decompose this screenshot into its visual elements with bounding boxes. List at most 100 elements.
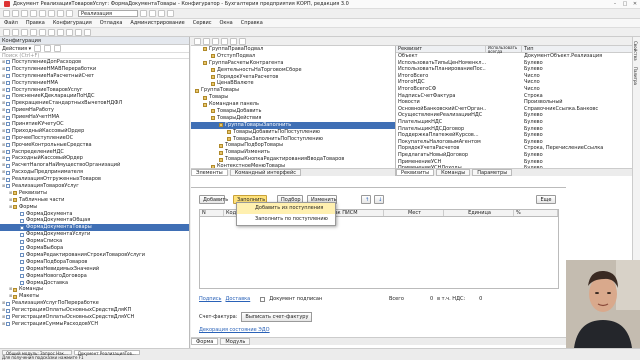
goods-table[interactable] [199, 217, 559, 289]
move-down-icon[interactable] [221, 37, 228, 45]
tree-item[interactable]: ⊞ ПриходныйКассовыйОрдер [0, 128, 189, 135]
form-element-item[interactable]: ТоварыПодборТовары [191, 142, 395, 149]
maximize-icon[interactable]: □ [620, 0, 630, 9]
tree-item[interactable]: ФормаДокумента [0, 211, 189, 218]
attribute-row[interactable]: ПлательщикНДС Булево [396, 119, 640, 126]
search-combo[interactable]: Реализация [78, 10, 138, 17]
add-button[interactable]: Добавить [199, 195, 228, 204]
tree-item[interactable]: ⊞ РаспределениеНДС [0, 149, 189, 156]
attribute-row[interactable]: Новости Произвольный [396, 99, 640, 106]
attribute-row[interactable]: ПредлагатьНовыйДоговор Булево [396, 152, 640, 159]
attribute-row[interactable]: ОсновнойБанковскийСчетОрган... Справочник… [396, 106, 640, 113]
tab-attributes[interactable]: Реквизиты [396, 169, 435, 176]
invoice-button[interactable]: Выписать счет-фактуру [241, 312, 313, 322]
tool-icon[interactable] [30, 28, 37, 36]
tree-item[interactable]: ⊞ ПоступлениеТоваровУслуг [0, 87, 189, 94]
tree-item[interactable]: ФормаДокументаУслуги [0, 231, 189, 238]
tab-command-interface[interactable]: Командный интерфейс [229, 169, 302, 176]
tree-item[interactable]: ⊞ ПояснениеКДекларацииПоНДС [0, 93, 189, 100]
tool-icon[interactable] [3, 28, 10, 36]
tab-commands[interactable]: Команды [436, 169, 471, 176]
attribute-row[interactable]: НадписьСчетФактура Строка [396, 93, 640, 100]
tree-item[interactable]: ФормаДокументаТовары [0, 224, 189, 232]
form-element-item[interactable]: ПорядокУчетаРасчетов [191, 74, 395, 81]
new-icon[interactable] [3, 10, 10, 17]
tree-item[interactable]: ⊞ ПриемНаРаботу [0, 107, 189, 114]
tab-parameters[interactable]: Параметры [472, 169, 513, 176]
tree-item[interactable]: ⊞ ПоступлениеНМА [0, 80, 189, 87]
form-element-item[interactable]: ГруппаРасчетыКонтрагента [191, 60, 395, 67]
add-icon[interactable] [34, 45, 42, 52]
tab-module[interactable]: Модуль [220, 338, 251, 345]
run-icon[interactable] [167, 10, 174, 17]
attribute-row[interactable]: ПлательщикНДСДоговор Булево [396, 126, 640, 133]
move-down-button[interactable]: ↓ [374, 195, 384, 204]
form-element-item[interactable]: ТоварыДобавить [191, 108, 395, 115]
tool-icon[interactable] [48, 28, 55, 36]
paste-icon[interactable] [48, 10, 55, 17]
form-element-item[interactable]: ГруппаТовары [191, 87, 395, 94]
tree-item[interactable]: ФормаРедактированияСтрокиТоваровУслуги [0, 252, 189, 259]
attribute-row[interactable]: ИспользоватьТипыЦенНоменкл... Булево [396, 60, 640, 67]
tool-icon[interactable] [75, 28, 82, 36]
tree-item[interactable]: ⊞ ПрекращениеСтандартныхВычетовНДФЛ [0, 100, 189, 107]
attribute-row[interactable]: ОсуществлениеРеализацииНДС Булево [396, 112, 640, 119]
debug-icon[interactable] [158, 10, 165, 17]
undo-icon[interactable] [57, 10, 64, 17]
tool-icon[interactable] [57, 28, 64, 36]
tool-icon[interactable] [39, 28, 46, 36]
tree-item[interactable]: ⊞ РасходныйКассовыйОрдер [0, 155, 189, 162]
tree-item[interactable]: ⊞ РегистрацияСуммыРасходовУСН [0, 321, 189, 328]
attribute-row[interactable]: ИтогоВсегоСФ Число [396, 86, 640, 93]
group-icon[interactable] [239, 37, 246, 45]
minimize-icon[interactable]: – [610, 0, 620, 9]
copy-icon[interactable] [39, 10, 46, 17]
tree-item[interactable]: ⊞ РегистрацияОплатыОсновныхСредствДляКП [0, 307, 189, 314]
form-element-item[interactable]: ДеятельностьНаТорговомСборе [191, 67, 395, 74]
save-icon[interactable] [21, 10, 28, 17]
delete-icon[interactable] [54, 45, 62, 52]
tree-item[interactable]: ⊞ РеализацияОтгруженныхТоваров [0, 176, 189, 183]
tab-form[interactable]: Форма [191, 338, 219, 345]
form-element-item[interactable]: ТоварыДобавитьПоПоступлению [191, 129, 395, 136]
tree-item[interactable]: ⊞ ПоступлениеДопРасходов [0, 59, 189, 66]
find-next-icon[interactable] [149, 10, 156, 17]
tree-item[interactable]: ФормаДокументаОбщая [0, 217, 189, 224]
tree-item[interactable]: ⊞ Формы [0, 204, 189, 211]
menu-service[interactable]: Сервис [193, 20, 212, 26]
delivery-link[interactable]: Доставка [226, 296, 251, 302]
signed-checkbox[interactable] [260, 296, 266, 302]
attribute-row[interactable]: ПоддержкаПлатежейКурсов... Булево [396, 132, 640, 139]
edit-icon[interactable] [44, 45, 52, 52]
signature-link[interactable]: Подпись [199, 296, 222, 302]
tree-item[interactable]: ⊞ ПрочиеКонтрольныеСредства [0, 142, 189, 149]
tool-icon[interactable] [21, 28, 28, 36]
taskbar-item-module[interactable]: Общий модуль: Запрос Нак... [2, 349, 72, 356]
menu-windows[interactable]: Окна [219, 20, 232, 26]
tree-item[interactable]: ⊞ ПоступлениеНаРасчетныйСчет [0, 73, 189, 80]
redo-icon[interactable] [66, 10, 73, 17]
form-element-item[interactable]: ЦенаВВалюте [191, 80, 395, 87]
attribute-row[interactable]: ПрименениеУСН Булево [396, 159, 640, 166]
tree-item[interactable]: ⊞ Табличные части [0, 197, 189, 204]
form-element-item[interactable]: ГруппаТоварыЗаполнить [191, 121, 395, 129]
edo-status-link[interactable]: Декорация состояние ЭДО [199, 327, 270, 333]
move-up-icon[interactable] [212, 37, 219, 45]
tree-item[interactable]: ⊞ РегистрацияОплатыОсновныхСредствДляУСН [0, 314, 189, 321]
tree-item[interactable]: ⊞ Макеты [0, 293, 189, 300]
tool-icon[interactable] [12, 28, 19, 36]
attribute-row[interactable]: Объект ДокументОбъект.Реализация [396, 53, 640, 60]
cut-icon[interactable] [30, 10, 37, 17]
attribute-row[interactable]: ИтогоВсего Число [396, 73, 640, 80]
form-element-item[interactable]: Командная панель [191, 101, 395, 108]
open-icon[interactable] [12, 10, 19, 17]
form-element-item[interactable]: Товары [191, 94, 395, 101]
attribute-row[interactable]: ПрименениеУСНДоходы Булево [396, 165, 640, 168]
menu-item-add-from-receipt[interactable]: Добавить из поступления [237, 203, 335, 214]
properties-side-tab[interactable]: Свойства [633, 37, 638, 61]
form-element-item[interactable]: ТоварыДействия [191, 115, 395, 122]
tree-item[interactable]: ⊞ ПоступлениеНМАВПереработки [0, 66, 189, 73]
menu-help[interactable]: Справка [241, 20, 263, 26]
actions-menu[interactable]: Действия ▾ [2, 46, 31, 52]
form-element-item[interactable]: ГруппаПраваПодвал [191, 46, 395, 53]
